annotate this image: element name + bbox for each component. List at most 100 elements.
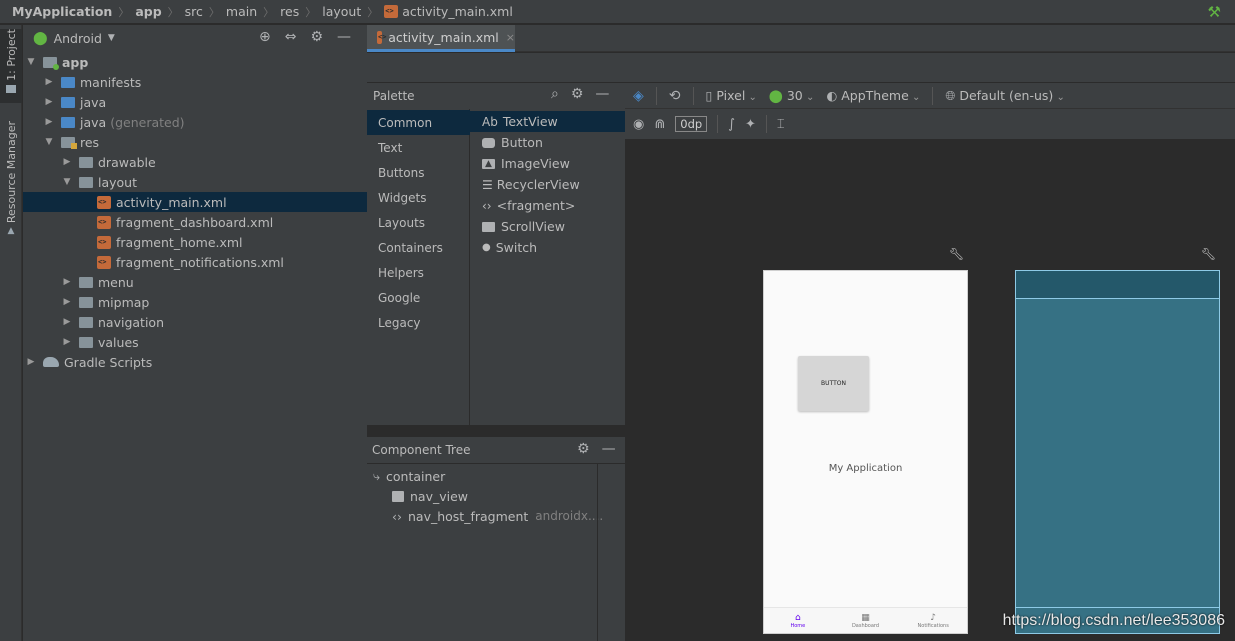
collapsed-arrow-icon[interactable]: ▶: [25, 357, 37, 367]
panel-divider[interactable]: [597, 464, 598, 641]
build-hammer-icon[interactable]: ⚒: [1208, 3, 1221, 21]
api-selector[interactable]: ⬤ 30: [769, 88, 814, 103]
collapsed-arrow-icon[interactable]: ▶: [43, 117, 55, 127]
device-selector[interactable]: ▯ Pixel: [706, 88, 757, 103]
tree-item-values[interactable]: ▶ values: [23, 332, 367, 352]
breadcrumb-file[interactable]: activity_main.xml: [402, 4, 513, 19]
palette-item-imageview[interactable]: ▲ ImageView: [470, 153, 625, 174]
tree-item-activity-main[interactable]: activity_main.xml: [23, 192, 367, 212]
collapsed-arrow-icon[interactable]: ▶: [61, 337, 73, 347]
minimize-icon[interactable]: —: [337, 29, 351, 45]
tree-item-label: java: [80, 114, 107, 130]
preview-bottom-navigation[interactable]: ⌂ Home ▦ Dashboard ♪ Notifications: [764, 607, 967, 633]
editor-tab-activity-main[interactable]: activity_main.xml ×: [367, 25, 515, 52]
palette-category-layouts[interactable]: Layouts: [367, 210, 470, 235]
locate-icon[interactable]: ⊕: [259, 29, 271, 45]
collapsed-arrow-icon[interactable]: ▶: [61, 297, 73, 307]
breadcrumb-project[interactable]: MyApplication: [12, 4, 112, 19]
tree-item-app[interactable]: ▼ app: [23, 52, 367, 72]
component-node-nav-host-fragment[interactable]: ‹› nav_host_fragment androidx....: [392, 506, 603, 526]
preview-app-name[interactable]: My Application: [764, 463, 967, 474]
palette-item-button[interactable]: Button: [470, 132, 625, 153]
design-preview[interactable]: BUTTON My Application ⌂ Home ▦ Dashboard…: [763, 270, 968, 634]
tree-item-menu[interactable]: ▶ menu: [23, 272, 367, 292]
layers-icon[interactable]: ◈: [633, 88, 644, 104]
palette-category-containers[interactable]: Containers: [367, 235, 470, 260]
gear-icon[interactable]: ⚙: [577, 441, 590, 457]
palette-item-switch[interactable]: ● Switch: [470, 237, 625, 258]
blueprint-preview[interactable]: [1015, 270, 1220, 634]
gear-icon[interactable]: ⚙: [571, 86, 584, 102]
tool-tab-resource-manager[interactable]: Resource Manager ▲: [0, 121, 22, 243]
preview-nav-dashboard[interactable]: ▦ Dashboard: [832, 608, 900, 633]
palette-category-widgets[interactable]: Widgets: [367, 185, 470, 210]
collapsed-arrow-icon[interactable]: ▶: [61, 277, 73, 287]
search-icon[interactable]: ⌕: [551, 86, 559, 102]
wrench-icon[interactable]: 🔧︎: [1201, 247, 1216, 261]
collapsed-arrow-icon[interactable]: ▶: [61, 317, 73, 327]
theme-selector[interactable]: ◐ AppTheme: [826, 88, 920, 103]
palette-category-google[interactable]: Google: [367, 285, 470, 310]
collapsed-arrow-icon[interactable]: ▶: [43, 77, 55, 87]
orientation-icon[interactable]: ⟲: [669, 88, 681, 104]
minimize-icon[interactable]: —: [595, 86, 609, 102]
tool-tab-project[interactable]: 1: Project: [0, 29, 22, 103]
preview-nav-notifications[interactable]: ♪ Notifications: [899, 608, 967, 633]
preview-nav-home[interactable]: ⌂ Home: [764, 608, 832, 633]
tree-item-res[interactable]: ▼ res: [23, 132, 367, 152]
expanded-arrow-icon[interactable]: ▼: [61, 177, 73, 187]
minimize-icon[interactable]: —: [602, 441, 616, 457]
tree-item-navigation[interactable]: ▶ navigation: [23, 312, 367, 332]
guidelines-icon[interactable]: ⌶: [777, 117, 785, 132]
breadcrumb-src[interactable]: src: [185, 4, 203, 19]
palette-item-recyclerview[interactable]: ☰ RecyclerView: [470, 174, 625, 195]
clear-constraints-icon[interactable]: ∫: [728, 117, 735, 132]
breadcrumb-main[interactable]: main: [226, 4, 257, 19]
wrench-icon[interactable]: 🔧︎: [949, 247, 964, 261]
breadcrumb-app[interactable]: app: [135, 4, 161, 19]
project-view-selector[interactable]: Android: [54, 31, 102, 46]
palette-category-text[interactable]: Text: [367, 135, 470, 160]
gear-icon[interactable]: ⚙: [310, 29, 323, 45]
chevron-down-icon[interactable]: ▼: [108, 33, 115, 43]
tree-item-layout[interactable]: ▼ layout: [23, 172, 367, 192]
tree-item-drawable[interactable]: ▶ drawable: [23, 152, 367, 172]
breadcrumb-layout[interactable]: layout: [322, 4, 361, 19]
magnet-icon[interactable]: ⋒: [654, 117, 665, 132]
image-icon: ▲: [482, 158, 495, 169]
preview-button[interactable]: BUTTON: [798, 356, 869, 411]
panel-divider[interactable]: [367, 425, 625, 437]
tree-item-fragment-dashboard[interactable]: fragment_dashboard.xml: [23, 212, 367, 232]
expanded-arrow-icon[interactable]: ▼: [25, 57, 37, 67]
blueprint-fragment-area[interactable]: [1016, 271, 1219, 299]
collapse-all-icon[interactable]: ⇔: [285, 29, 297, 45]
palette-item-fragment[interactable]: ‹› <fragment>: [470, 195, 625, 216]
tree-item-java[interactable]: ▶ java: [23, 92, 367, 112]
infer-constraints-icon[interactable]: ✦: [745, 117, 756, 132]
locale-selector[interactable]: 🌐︎ Default (en-us): [945, 88, 1065, 104]
tree-item-label: manifests: [80, 74, 142, 90]
tree-item-mipmap[interactable]: ▶ mipmap: [23, 292, 367, 312]
eye-icon[interactable]: ◉: [633, 117, 644, 132]
collapsed-arrow-icon[interactable]: ▶: [43, 97, 55, 107]
tree-item-fragment-home[interactable]: fragment_home.xml: [23, 232, 367, 252]
palette-item-textview[interactable]: Ab TextView: [470, 111, 625, 132]
close-icon[interactable]: ×: [506, 31, 515, 44]
tree-item-java-generated[interactable]: ▶ java (generated): [23, 112, 367, 132]
breadcrumb-res[interactable]: res: [280, 4, 299, 19]
tree-item-manifests[interactable]: ▶ manifests: [23, 72, 367, 92]
palette-item-scrollview[interactable]: ScrollView: [470, 216, 625, 237]
tree-item-gradle-scripts[interactable]: ▶ Gradle Scripts: [23, 352, 367, 372]
component-node-container[interactable]: ⤷ container: [373, 466, 445, 486]
palette-item-label: ImageView: [501, 156, 570, 171]
palette-category-common[interactable]: Common: [367, 110, 470, 135]
expanded-arrow-icon[interactable]: ▼: [43, 137, 55, 147]
palette-items: Ab TextView Button ▲ ImageView ☰ RecyclerVi…: [470, 109, 625, 425]
palette-category-buttons[interactable]: Buttons: [367, 160, 470, 185]
default-margin-field[interactable]: 0dp: [675, 116, 708, 132]
palette-category-legacy[interactable]: Legacy: [367, 310, 470, 335]
collapsed-arrow-icon[interactable]: ▶: [61, 157, 73, 167]
component-node-nav-view[interactable]: nav_view: [392, 486, 468, 506]
tree-item-fragment-notifications[interactable]: fragment_notifications.xml: [23, 252, 367, 272]
palette-category-helpers[interactable]: Helpers: [367, 260, 470, 285]
